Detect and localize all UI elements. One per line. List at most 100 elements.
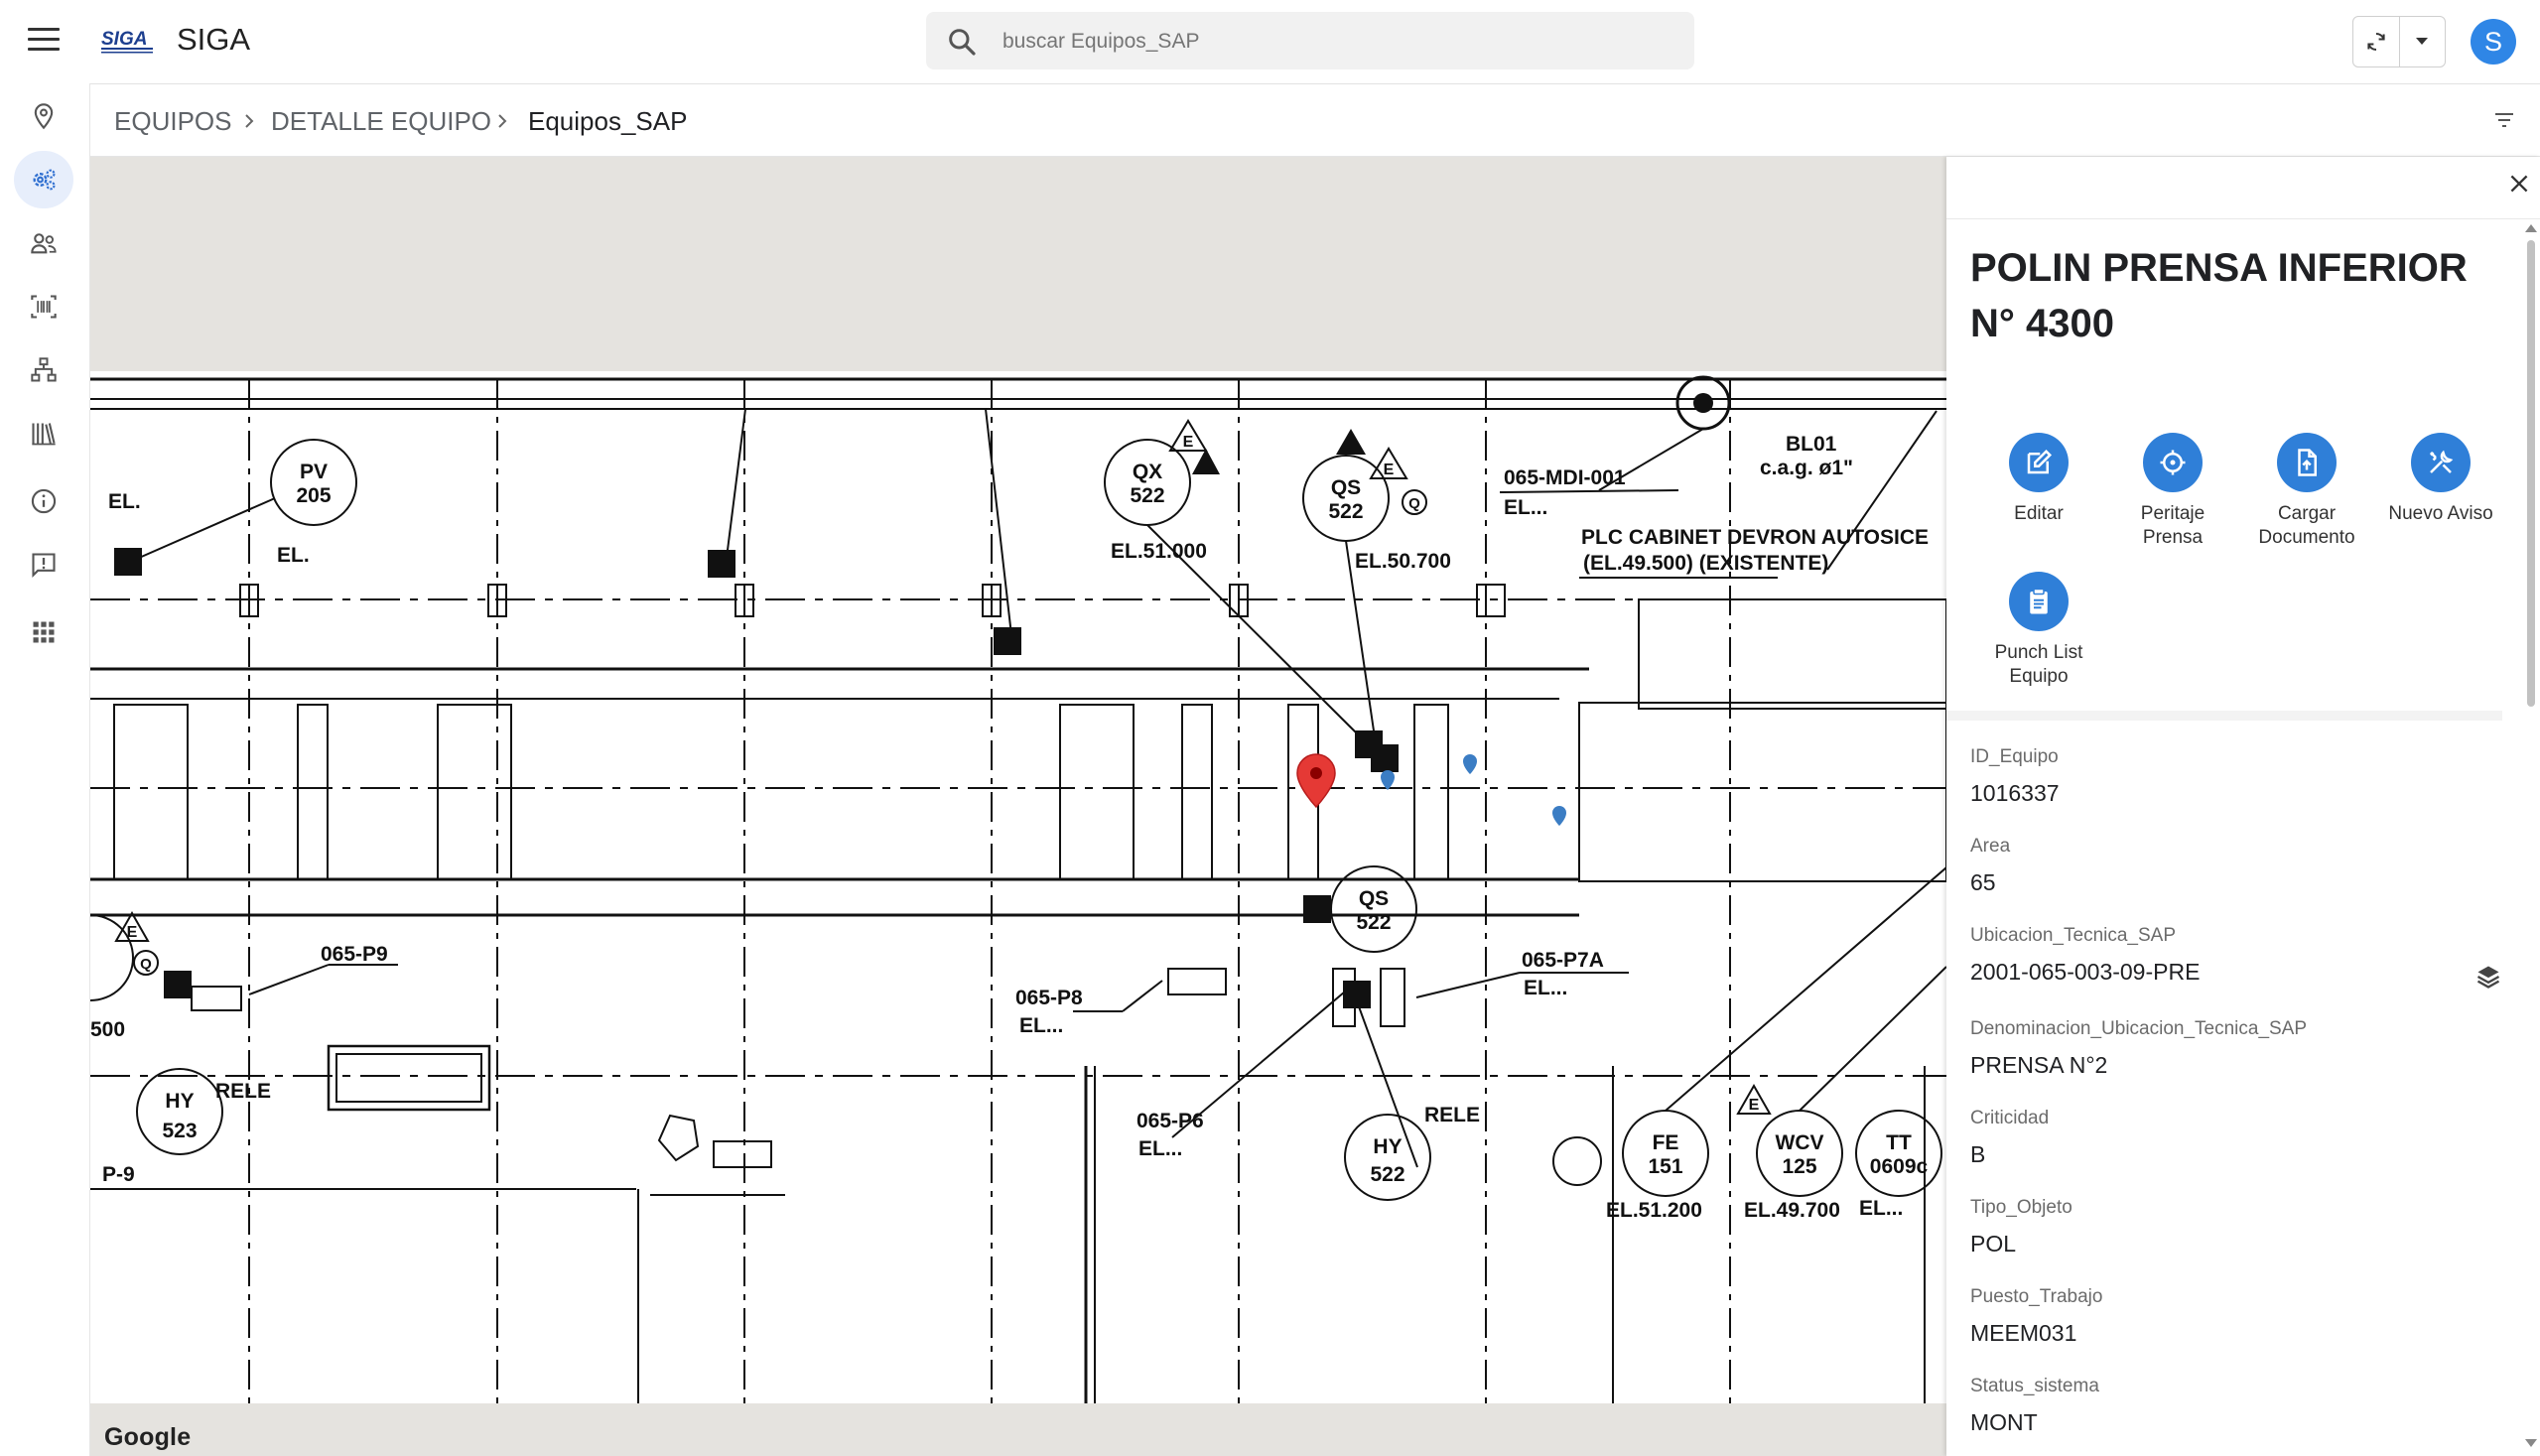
google-attribution: Google — [104, 1423, 192, 1451]
svg-text:065-MDI-001: 065-MDI-001 — [1504, 466, 1626, 489]
close-icon[interactable] — [2506, 171, 2532, 197]
scroll-down-icon[interactable] — [2525, 1439, 2537, 1447]
svg-text:EL.51.000: EL.51.000 — [1111, 540, 1207, 563]
user-avatar[interactable]: S — [2471, 19, 2516, 65]
svg-text:065-P9: 065-P9 — [321, 943, 388, 966]
edit-button[interactable]: Editar — [1974, 433, 2103, 526]
svg-text:QS: QS — [1331, 476, 1361, 499]
field-criticidad: Criticidad B — [1970, 1108, 2050, 1167]
section-divider — [1946, 711, 2502, 721]
nav-locations[interactable] — [14, 87, 73, 145]
svg-text:HY: HY — [1373, 1135, 1402, 1158]
menu-icon[interactable] — [28, 28, 60, 54]
filter-icon[interactable] — [2492, 108, 2516, 132]
apps-grid-icon — [33, 621, 55, 643]
svg-text:RELE: RELE — [215, 1080, 271, 1103]
tools-icon — [2430, 450, 2454, 473]
nav-info[interactable] — [14, 472, 73, 530]
svg-text:RELE: RELE — [1424, 1104, 1480, 1126]
nav-barcode[interactable] — [14, 278, 73, 335]
users-icon — [31, 233, 57, 254]
nav-feedback[interactable] — [14, 536, 73, 594]
svg-text:P-9: P-9 — [102, 1163, 135, 1186]
svg-text:EL.: EL. — [277, 544, 310, 567]
field-denominacion-ubicacion: Denominacion_Ubicacion_Tecnica_SAP PRENSA… — [1970, 1018, 2308, 1078]
field-area: Area 65 — [1970, 836, 2011, 895]
hierarchy-icon — [31, 357, 57, 382]
cargar-documento-button[interactable]: Cargar Documento — [2242, 433, 2371, 550]
svg-text:QX: QX — [1133, 461, 1162, 483]
svg-text:Q: Q — [140, 956, 152, 973]
svg-text:c.a.g. ø1": c.a.g. ø1" — [1760, 457, 1853, 479]
punch-list-equipo-button[interactable]: Punch List Equipo — [1974, 572, 2103, 689]
nuevo-aviso-button[interactable]: Nuevo Aviso — [2376, 433, 2505, 526]
svg-text:(EL.49.500) (EXISTENTE): (EL.49.500) (EXISTENTE) — [1583, 552, 1828, 575]
nav-users[interactable] — [14, 214, 73, 272]
breadcrumb-equipos[interactable]: EQUIPOS — [114, 106, 231, 137]
svg-text:EL...: EL... — [1524, 977, 1567, 999]
breadcrumb-detalle-equipo[interactable]: DETALLE EQUIPO — [271, 106, 491, 137]
chevron-right-icon — [245, 114, 254, 128]
svg-text:FE: FE — [1653, 1131, 1679, 1154]
caret-down-icon — [2416, 38, 2428, 45]
barcode-scan-icon — [31, 295, 57, 319]
svg-text:065-P7A: 065-P7A — [1522, 949, 1604, 972]
sync-button-group — [2352, 16, 2446, 67]
breadcrumb: EQUIPOS DETALLE EQUIPO Equipos_SAP — [90, 84, 2540, 157]
svg-text:522: 522 — [1130, 484, 1164, 507]
search-bar[interactable] — [926, 12, 1694, 69]
search-input[interactable] — [1001, 24, 1660, 60]
panel-scrollbar[interactable] — [2520, 218, 2540, 1456]
peritaje-prensa-button[interactable]: Peritaje Prensa — [2108, 433, 2237, 550]
svg-text:E: E — [1384, 462, 1395, 478]
equipment-gears-icon — [33, 169, 56, 191]
field-tipo-objeto: Tipo_Objeto POL — [1970, 1197, 2072, 1257]
svg-text:BL01: BL01 — [1786, 433, 1837, 456]
svg-text:522: 522 — [1328, 500, 1363, 523]
svg-text:QS: QS — [1359, 887, 1389, 910]
svg-text:EL.: EL. — [108, 490, 141, 513]
app-title: SIGA — [177, 22, 251, 57]
sync-options-dropdown[interactable] — [2399, 17, 2445, 66]
svg-text:EL.49.700: EL.49.700 — [1744, 1199, 1840, 1222]
scroll-thumb[interactable] — [2527, 240, 2535, 707]
selected-equipment-marker[interactable] — [1296, 753, 1336, 809]
svg-text:Q: Q — [1408, 495, 1420, 512]
nav-library[interactable] — [14, 405, 73, 463]
svg-text:SIGA: SIGA — [101, 29, 147, 50]
layers-icon[interactable] — [2474, 963, 2502, 991]
siga-logo: SIGA — [99, 26, 157, 56]
field-id-equipo: ID_Equipo 1016337 — [1970, 746, 2060, 806]
svg-text:EL...: EL... — [1138, 1137, 1182, 1160]
svg-text:EL...: EL... — [1019, 1014, 1063, 1037]
scroll-up-icon[interactable] — [2525, 224, 2537, 232]
search-icon — [949, 29, 976, 56]
sync-button[interactable] — [2353, 17, 2400, 66]
nav-apps[interactable] — [14, 603, 73, 661]
svg-text:205: 205 — [296, 484, 331, 507]
svg-text:EL...: EL... — [1504, 496, 1547, 519]
svg-text:500: 500 — [90, 1018, 125, 1041]
top-app-bar: SIGA SIGA S — [0, 0, 2540, 84]
chevron-right-icon — [498, 114, 507, 128]
map-view[interactable]: PV 205 QX 522 QS 522 QS 522 HY 523 HY 52… — [90, 157, 1946, 1456]
info-icon — [31, 488, 57, 514]
upload-document-icon — [2298, 449, 2317, 476]
svg-text:EL...: EL... — [1859, 1197, 1903, 1220]
nav-hierarchy[interactable] — [14, 341, 73, 399]
svg-text:TT: TT — [1886, 1131, 1912, 1154]
location-pin-icon — [34, 103, 54, 130]
equipment-marker[interactable] — [1463, 754, 1477, 774]
equipment-title: POLIN PRENSA INFERIOR N° 4300 — [1970, 246, 2468, 345]
feedback-icon — [32, 553, 56, 579]
svg-text:E: E — [1183, 434, 1194, 451]
svg-text:151: 151 — [1648, 1155, 1682, 1178]
navigation-rail — [0, 83, 90, 1456]
field-puesto-trabajo: Puesto_Trabajo MEEM031 — [1970, 1286, 2103, 1346]
svg-text:125: 125 — [1782, 1155, 1816, 1178]
svg-text:HY: HY — [165, 1090, 194, 1113]
equipment-detail-panel: POLIN PRENSA INFERIOR N° 4300 Editar Per… — [1946, 157, 2540, 1456]
engineering-plan-overlay[interactable]: PV 205 QX 522 QS 522 QS 522 HY 523 HY 52… — [90, 371, 1946, 1403]
equipment-marker[interactable] — [1552, 806, 1566, 826]
nav-equipment[interactable] — [14, 151, 73, 208]
